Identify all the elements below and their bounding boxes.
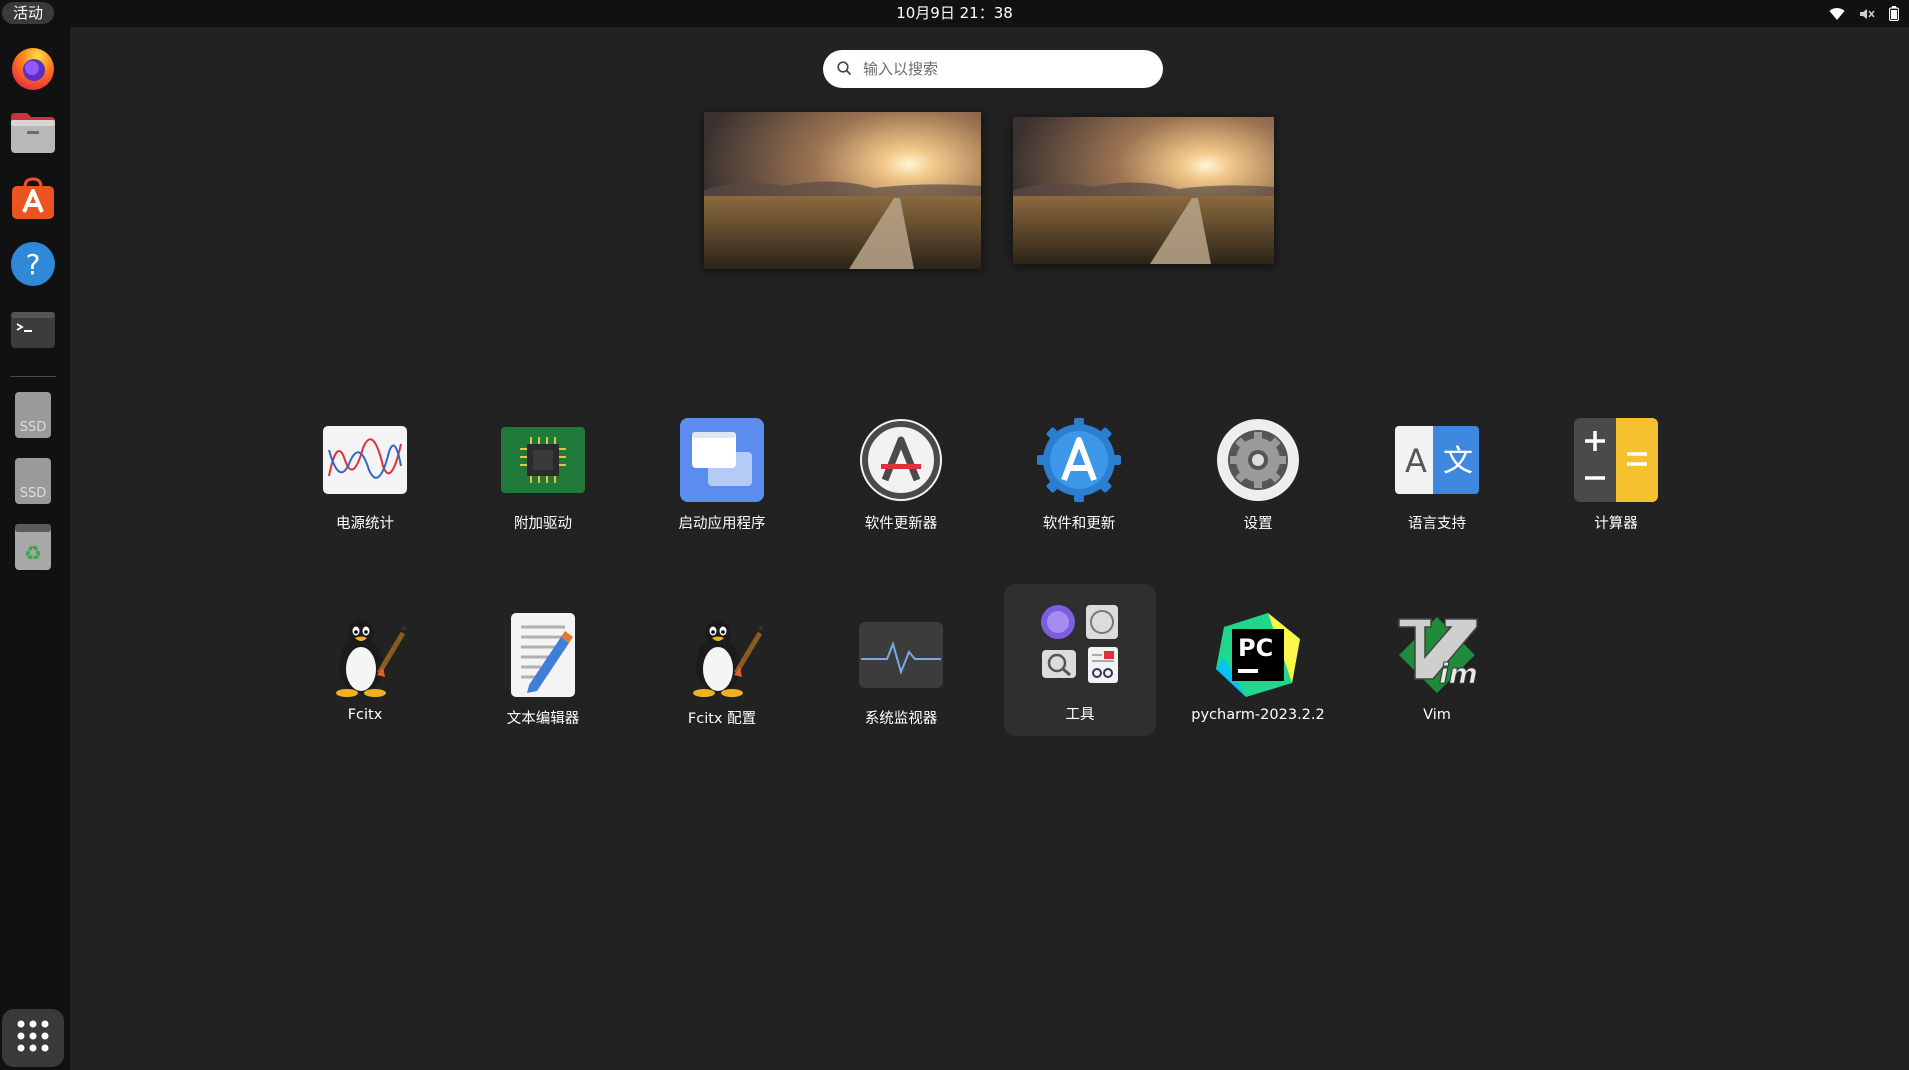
app-label: pycharm-2023.2.2: [1191, 707, 1325, 723]
search-input[interactable]: [863, 56, 1143, 82]
svg-text:♻: ♻: [24, 541, 42, 565]
ssd-drive-icon: SSD: [13, 457, 53, 509]
dock: ? SSD SSD ♻: [0, 27, 70, 1070]
clock[interactable]: 10月9日 21：38: [0, 0, 1909, 27]
app-language-support[interactable]: A 文 语言支持: [1361, 400, 1513, 552]
top-bar: 活动 10月9日 21：38: [0, 0, 1909, 27]
dock-item-software[interactable]: [8, 175, 58, 225]
language-support-icon: A 文: [1395, 418, 1479, 502]
dock-item-help[interactable]: ?: [8, 241, 58, 291]
workspace-thumbnail-1[interactable]: [704, 112, 981, 269]
dock-separator: [10, 376, 56, 377]
trash-icon: ♻: [13, 523, 53, 575]
app-label: 设置: [1243, 516, 1273, 532]
app-software-properties[interactable]: 软件和更新: [1003, 400, 1155, 552]
dock-item-terminal[interactable]: [8, 307, 58, 357]
svg-text:im: im: [1439, 657, 1478, 690]
system-tray[interactable]: [1829, 0, 1899, 27]
volume-muted-icon[interactable]: [1859, 7, 1875, 21]
app-label: 计算器: [1594, 516, 1638, 532]
startup-applications-icon: [680, 418, 764, 502]
help-icon: ?: [10, 241, 56, 291]
app-text-editor[interactable]: 文本编辑器: [467, 595, 619, 747]
app-folder-utilities[interactable]: 工具: [1004, 584, 1156, 736]
ssd-drive-icon: SSD: [13, 391, 53, 443]
app-label: 软件和更新: [1042, 516, 1116, 532]
dock-item-files[interactable]: [8, 110, 58, 160]
firefox-icon: [10, 45, 56, 95]
app-power-statistics[interactable]: 电源统计: [289, 400, 441, 552]
additional-drivers-icon: [501, 418, 585, 502]
battery-icon[interactable]: [1889, 6, 1899, 21]
svg-text:SSD: SSD: [20, 486, 47, 501]
app-label: 电源统计: [336, 516, 394, 532]
app-label: Fcitx 配置: [687, 711, 757, 727]
system-monitor-icon: [859, 613, 943, 697]
utilities-folder-icon: [1038, 601, 1122, 685]
language-glyph-latin: A: [1405, 442, 1427, 480]
app-vim[interactable]: im Vim: [1361, 595, 1513, 747]
search-icon: [837, 61, 852, 80]
app-software-updater[interactable]: 软件更新器: [825, 400, 977, 552]
show-apps-button[interactable]: [2, 1009, 64, 1067]
app-system-monitor[interactable]: 系统监视器: [825, 595, 977, 747]
grid-icon: [16, 1019, 50, 1057]
app-additional-drivers[interactable]: 附加驱动: [467, 400, 619, 552]
fcitx-config-penguin-icon: [680, 613, 764, 697]
calculator-icon: [1574, 418, 1658, 502]
svg-text:SSD: SSD: [20, 420, 47, 435]
app-pycharm[interactable]: PC pycharm-2023.2.2: [1182, 595, 1334, 747]
app-label: 系统监视器: [864, 711, 938, 727]
dock-item-ssd-drive-1[interactable]: SSD: [8, 392, 58, 442]
software-properties-icon: [1037, 418, 1121, 502]
app-label: 语言支持: [1408, 516, 1466, 532]
software-updater-icon: [859, 418, 943, 502]
power-statistics-icon: [323, 418, 407, 502]
settings-icon: [1216, 418, 1300, 502]
search-box[interactable]: [823, 50, 1163, 88]
app-fcitx[interactable]: Fcitx: [289, 595, 441, 747]
app-label: Vim: [1423, 707, 1451, 723]
fcitx-penguin-icon: [323, 613, 407, 697]
app-calculator[interactable]: 计算器: [1540, 400, 1692, 552]
terminal-icon: [10, 310, 56, 354]
dock-item-trash[interactable]: ♻: [8, 524, 58, 574]
app-settings[interactable]: 设置: [1182, 400, 1334, 552]
dock-item-firefox[interactable]: [8, 45, 58, 95]
app-label: 文本编辑器: [506, 711, 580, 727]
wifi-icon[interactable]: [1829, 7, 1845, 21]
app-startup-applications[interactable]: 启动应用程序: [646, 400, 798, 552]
app-label: 软件更新器: [864, 516, 938, 532]
pycharm-icon: PC: [1216, 613, 1300, 697]
pycharm-glyph: PC: [1238, 634, 1273, 662]
app-label: 工具: [1065, 707, 1095, 723]
files-icon: [10, 111, 56, 159]
text-editor-icon: [501, 613, 585, 697]
dock-item-ssd-drive-2[interactable]: SSD: [8, 458, 58, 508]
vim-icon: im: [1395, 613, 1479, 697]
app-store-icon: [10, 175, 56, 225]
app-label: Fcitx: [347, 707, 383, 723]
app-label: 附加驱动: [514, 516, 572, 532]
app-fcitx-config[interactable]: Fcitx 配置: [646, 595, 798, 747]
app-label: 启动应用程序: [678, 516, 766, 532]
svg-text:?: ?: [26, 248, 41, 281]
language-glyph-cjk: 文: [1443, 444, 1473, 479]
workspace-thumbnail-2[interactable]: [1013, 117, 1274, 264]
